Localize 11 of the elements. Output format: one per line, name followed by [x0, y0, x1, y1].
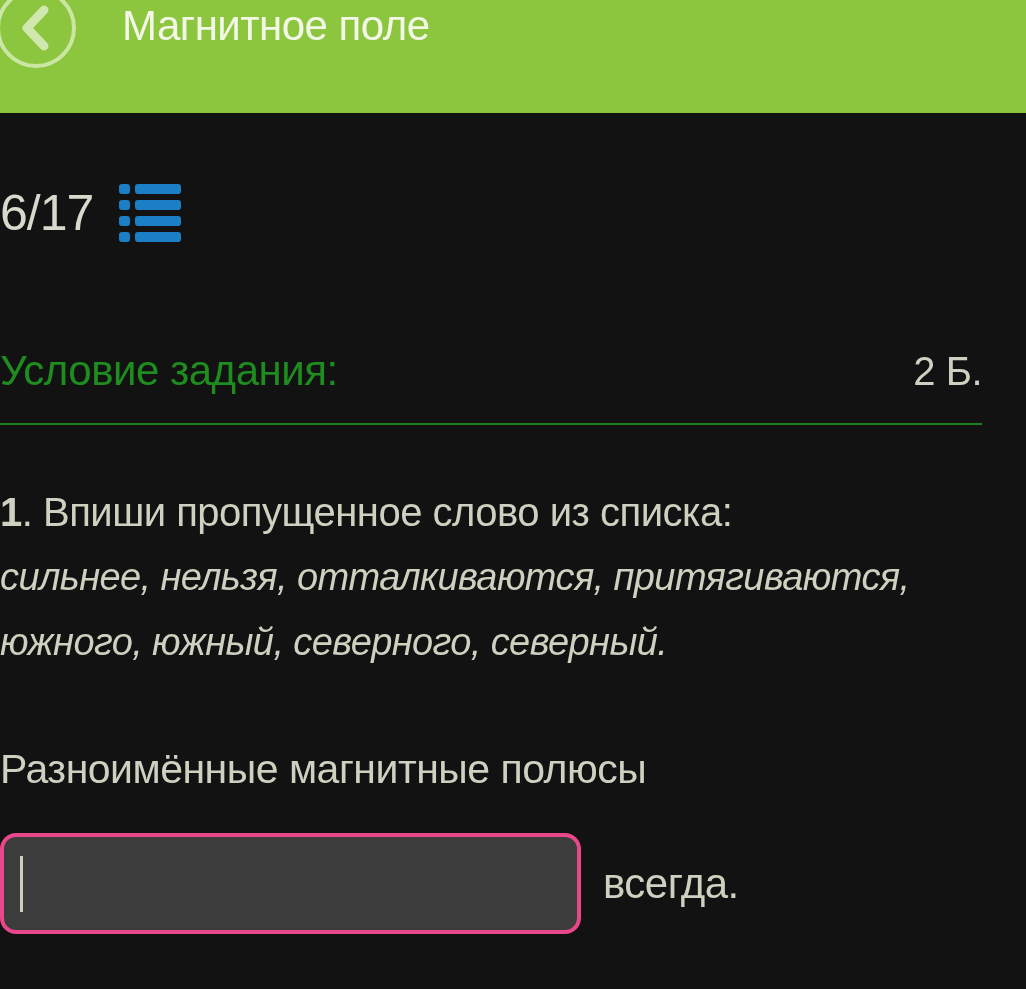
- points-label: 2 Б.: [913, 348, 982, 395]
- word-list-text: сильнее, нельзя, отталкиваются, притягиваются, южного, южный, северного, северный.: [0, 555, 911, 665]
- sentence-start-text: Разноимённые магнитные полюсы: [0, 745, 648, 793]
- text-cursor-icon: [20, 855, 23, 912]
- sentence-end-text: всегда.: [603, 858, 739, 909]
- prompt-text: 1. Впиши пропущенное слово из списка:: [0, 489, 734, 536]
- task-heading: Условие задания:: [0, 346, 338, 396]
- list-icon[interactable]: [119, 184, 182, 242]
- answer-field[interactable]: [0, 833, 581, 934]
- header-title: Магнитное поле: [122, 2, 430, 50]
- question-counter: 6/17: [0, 184, 94, 243]
